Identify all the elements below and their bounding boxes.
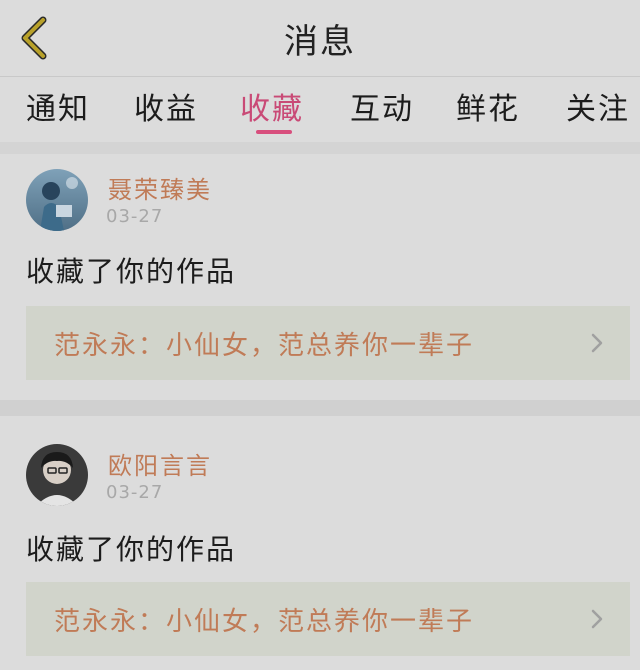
user-avatar-image [26, 444, 88, 506]
tab-favorites[interactable]: 收藏 [240, 84, 304, 130]
action-text: 收藏了你的作品 [26, 533, 237, 566]
tab-interactions[interactable]: 互动 [350, 84, 414, 130]
chevron-right-icon [591, 609, 603, 629]
user-avatar-image [26, 169, 88, 231]
message-item: 欧阳言言 03-27 收藏了你的作品 范永永：小仙女，范总养你一辈子 [0, 416, 640, 670]
avatar[interactable] [26, 444, 88, 506]
tab-earnings[interactable]: 收益 [134, 84, 198, 130]
chevron-right-icon [591, 333, 603, 353]
message-item: 聂荣臻美 03-27 收藏了你的作品 范永永：小仙女，范总养你一辈子 [0, 154, 640, 400]
header-divider [0, 76, 640, 77]
tab-flowers[interactable]: 鲜花 [456, 84, 520, 130]
work-title: 范永永：小仙女，范总养你一辈子 [54, 330, 475, 361]
active-tab-indicator [256, 130, 292, 134]
top-bar: 消息 [0, 0, 640, 76]
user-name[interactable]: 聂荣臻美 [108, 170, 212, 205]
app-root: 消息 通知 收益 收藏 互动 鲜花 关注 聂荣臻美 03-27 收藏了你的作品 … [0, 0, 640, 670]
message-separator [0, 400, 640, 416]
message-date: 03-27 [106, 482, 164, 503]
tab-bar: 通知 收益 收藏 互动 鲜花 关注 [0, 78, 640, 140]
tabs-separator [0, 142, 640, 154]
tab-notifications[interactable]: 通知 [26, 84, 90, 130]
work-title: 范永永：小仙女，范总养你一辈子 [54, 606, 475, 637]
back-button[interactable] [12, 12, 56, 64]
action-text: 收藏了你的作品 [26, 255, 237, 288]
work-link[interactable]: 范永永：小仙女，范总养你一辈子 [26, 582, 630, 656]
tab-following[interactable]: 关注 [566, 84, 630, 130]
avatar[interactable] [26, 169, 88, 231]
message-date: 03-27 [106, 206, 164, 227]
user-name[interactable]: 欧阳言言 [108, 446, 212, 481]
chevron-left-icon [21, 16, 47, 60]
work-link[interactable]: 范永永：小仙女，范总养你一辈子 [26, 306, 630, 380]
page-title: 消息 [284, 21, 356, 62]
